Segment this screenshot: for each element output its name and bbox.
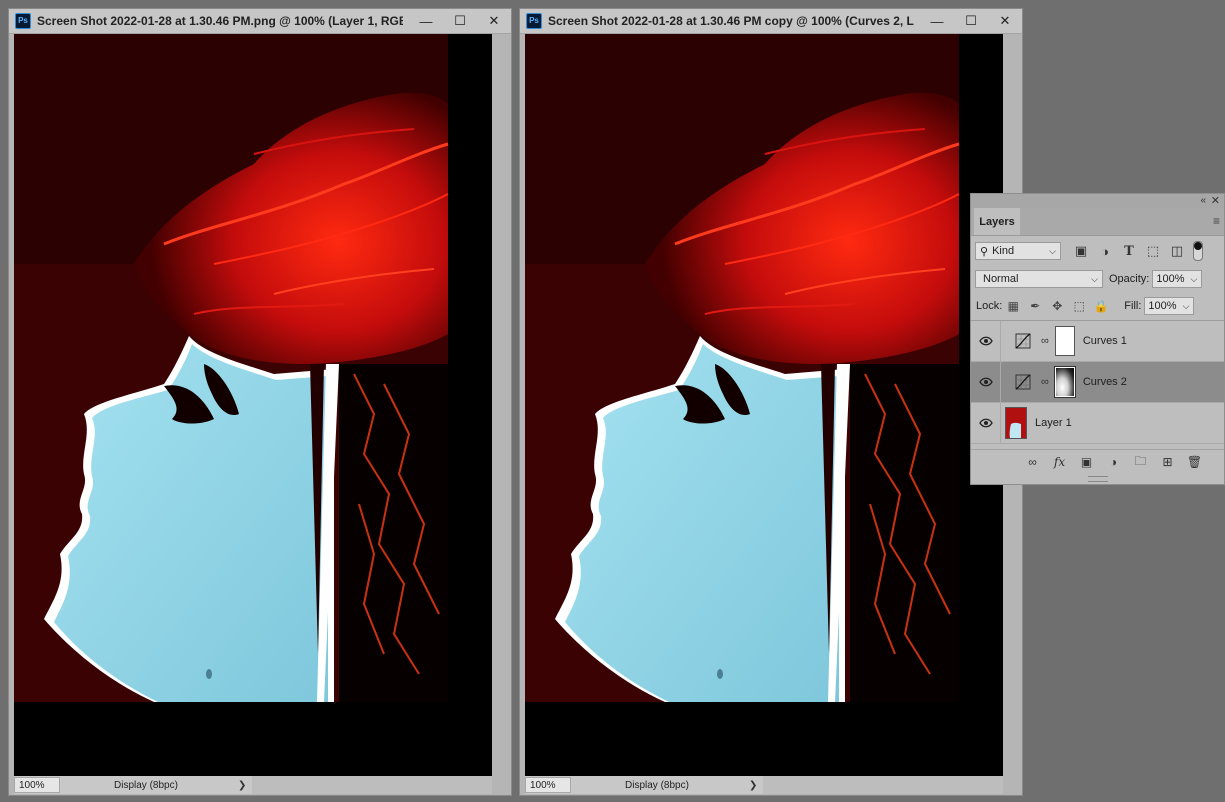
window-title: Screen Shot 2022-01-28 at 1.30.46 PM.png… [37,14,403,28]
layer-row-layer-1[interactable]: Layer 1 [971,403,1224,444]
panel-header-strip[interactable]: « ✕ [971,194,1224,208]
window-titlebar[interactable]: Ps Screen Shot 2022-01-28 at 1.30.46 PM.… [9,9,511,34]
minimize-icon: — [930,13,944,29]
panel-bottom-toolbar: ∞ fx ▣ ◑ 🗀 ⊞ 🗑 [971,449,1224,474]
layer-list: ∞ Curves 1 ∞ Curves 2 Layer 1 [971,321,1224,444]
panel-resize-grip[interactable] [1088,476,1108,482]
layer-row-curves-1[interactable]: ∞ Curves 1 [971,321,1224,362]
opacity-label: Opacity: [1109,273,1150,285]
close-button[interactable]: ✕ [477,9,511,33]
opacity-value[interactable]: 100% [1156,273,1186,285]
link-icon[interactable]: ∞ [1041,335,1049,347]
close-icon: ✕ [488,13,500,28]
close-panel-icon[interactable]: ✕ [1211,194,1220,208]
layer-mask-thumbnail[interactable] [1053,366,1076,398]
lock-label: Lock: [976,300,1003,312]
link-icon[interactable]: ∞ [1041,376,1049,388]
smart-object-filter-icon[interactable]: ◫ [1165,243,1189,259]
opacity-field[interactable]: 100% ⌵ [1152,270,1203,288]
filter-row: ⚲ Kind ⌵ ▣ ◑ T ⬚ ◫ [971,236,1224,266]
canvas-image [525,34,1003,776]
shape-layer-filter-icon[interactable]: ⬚ [1141,243,1165,259]
document-window-2[interactable]: Ps Screen Shot 2022-01-28 at 1.30.46 PM … [519,8,1023,796]
eye-icon[interactable] [971,321,1001,361]
filter-toggle-switch[interactable] [1193,241,1203,261]
layer-name[interactable]: Layer 1 [1035,417,1072,429]
photoshop-icon: Ps [526,13,542,29]
link-layers-icon[interactable]: ∞ [1019,455,1046,469]
lock-all-icon[interactable]: 🔒 [1090,299,1112,313]
type-layer-filter-icon[interactable]: T [1117,244,1141,259]
search-icon: ⚲ [980,245,989,258]
status-menu-arrow-icon[interactable]: ❯ [238,780,246,791]
filter-kind-select[interactable]: ⚲ Kind ⌵ [975,242,1061,260]
maximize-button[interactable]: ☐ [954,9,988,33]
status-bar: 100% Display (8bpc) ❯ [14,776,492,794]
layer-style-fx-icon[interactable]: fx [1046,455,1073,469]
status-bar: 100% Display (8bpc) ❯ [525,776,1003,794]
eye-icon[interactable] [971,362,1001,402]
chevron-down-icon: ⌵ [1091,273,1098,284]
panel-menu-icon[interactable]: ≡ [1213,214,1220,228]
status-menu-arrow-icon[interactable]: ❯ [749,780,757,791]
chevron-down-icon: ⌵ [1049,245,1056,256]
window-title: Screen Shot 2022-01-28 at 1.30.46 PM cop… [548,14,914,28]
new-adjustment-layer-icon[interactable]: ◑ [1100,455,1127,469]
new-group-folder-icon[interactable]: 🗀 [1127,452,1154,473]
zoom-level-field[interactable]: 100% [525,777,571,793]
adjustment-layer-filter-icon[interactable]: ◑ [1093,244,1117,259]
fill-label: Fill: [1124,300,1142,312]
lock-transparent-pixels-icon[interactable]: ▦ [1002,299,1024,313]
display-info: Display (8bpc) [625,779,689,791]
layer-mask-thumbnail[interactable] [1054,326,1075,356]
lock-artboard-icon[interactable]: ⬚ [1068,299,1090,313]
minimize-button[interactable]: — [920,9,954,33]
collapse-panel-icon[interactable]: « [1200,194,1206,208]
curves-adjustment-icon [1015,374,1031,390]
minimize-icon: — [419,13,433,29]
close-icon: ✕ [999,13,1011,28]
photoshop-icon: Ps [15,13,31,29]
window-titlebar[interactable]: Ps Screen Shot 2022-01-28 at 1.30.46 PM … [520,9,1022,34]
document-window-1[interactable]: Ps Screen Shot 2022-01-28 at 1.30.46 PM.… [8,8,512,796]
document-canvas[interactable] [14,34,492,776]
lock-image-pixels-icon[interactable]: ✒ [1024,299,1046,313]
trash-icon[interactable]: 🗑 [1181,455,1208,469]
minimize-button[interactable]: — [409,9,443,33]
maximize-button[interactable]: ☐ [443,9,477,33]
chevron-down-icon[interactable]: ⌵ [1191,274,1198,285]
fill-field[interactable]: 100% ⌵ [1144,297,1195,315]
layers-panel: « ✕ Layers ≡ ⚲ Kind ⌵ ▣ ◑ T ⬚ ◫ Normal ⌵… [970,193,1225,485]
tab-layers[interactable]: Layers [974,208,1020,235]
horizontal-scrollbar[interactable] [763,776,1003,794]
panel-tab-row: Layers ≡ [971,208,1224,236]
horizontal-scrollbar[interactable] [252,776,492,794]
layer-row-curves-2[interactable]: ∞ Curves 2 [971,362,1224,403]
display-info: Display (8bpc) [114,779,178,791]
filter-kind-value: Kind [992,245,1015,257]
fill-value[interactable]: 100% [1148,300,1178,312]
eye-icon[interactable] [971,403,1001,443]
blend-row: Normal ⌵ Opacity: 100% ⌵ [971,266,1224,292]
curves-adjustment-icon [1015,333,1031,349]
layer-name[interactable]: Curves 2 [1083,376,1127,388]
maximize-icon: ☐ [454,13,466,28]
add-mask-icon[interactable]: ▣ [1073,455,1100,469]
maximize-icon: ☐ [965,13,977,28]
blend-mode-value: Normal [983,273,1019,285]
zoom-level-field[interactable]: 100% [14,777,60,793]
document-canvas[interactable] [525,34,1003,776]
new-layer-icon[interactable]: ⊞ [1154,455,1181,469]
layer-thumbnail[interactable] [1005,407,1027,439]
layer-name[interactable]: Curves 1 [1083,335,1127,347]
lock-row: Lock: ▦ ✒ ✥ ⬚ 🔒 Fill: 100% ⌵ [971,292,1224,321]
blend-mode-select[interactable]: Normal ⌵ [975,270,1103,288]
close-button[interactable]: ✕ [988,9,1022,33]
canvas-image [14,34,492,776]
chevron-down-icon[interactable]: ⌵ [1183,301,1190,312]
pixel-layer-filter-icon[interactable]: ▣ [1069,243,1093,259]
lock-position-icon[interactable]: ✥ [1046,299,1068,313]
